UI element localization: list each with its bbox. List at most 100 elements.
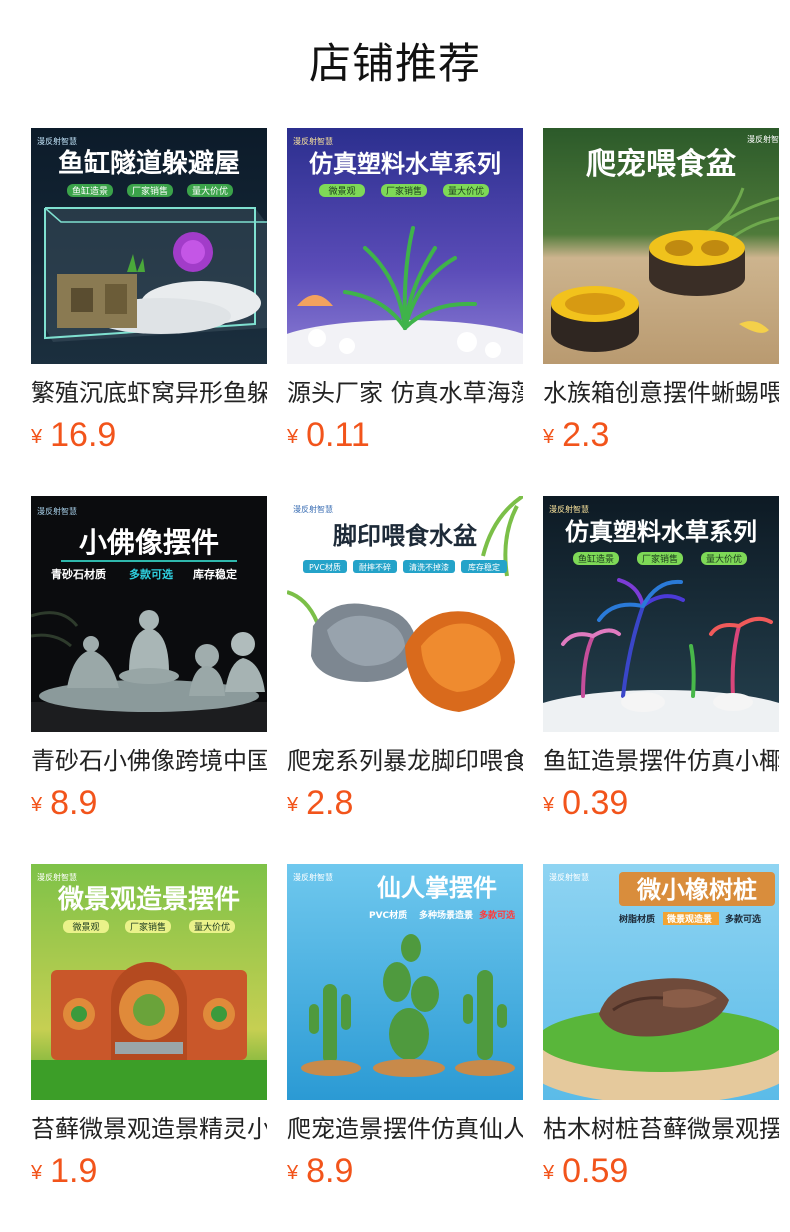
price-value: 2.8 (306, 784, 354, 822)
currency-symbol: ¥ (287, 426, 299, 448)
banner-text: 鱼缸隧道躲避屋 (58, 148, 240, 179)
product-card[interactable]: 漫反射智慧 仿真塑料水草系列 微景观 厂家销售 量大价优 源头厂家 仿真水草海藻… (287, 128, 523, 454)
tag-text: 量大价优 (194, 921, 230, 933)
tag-text: PVC材质 (309, 562, 341, 572)
banner-text: 仿真塑料水草系列 (565, 518, 757, 546)
tag-text: PVC材质 (369, 909, 407, 921)
tag-text: 量大价优 (192, 185, 228, 197)
brand-logo: 漫反射智慧 (293, 504, 333, 514)
tag-text: 库存稳定 (193, 567, 237, 581)
product-image[interactable]: 漫反射智慧 微景观造景摆件 微景观 厂家销售 量大价优 (31, 864, 267, 1100)
product-card[interactable]: 漫反射智慧 小佛像摆件 青砂石材质 多款可选 库存稳定 青砂石小佛像跨境中国风摆… (31, 496, 267, 822)
tag-text: 厂家销售 (386, 185, 422, 197)
brand-logo: 漫反射智慧 (37, 872, 77, 882)
product-card[interactable]: 漫反射智慧 仙人掌摆件 PVC材质 多种场景造景 多款可选 爬宠造景摆件仿真仙人… (287, 864, 523, 1190)
banner-text: 爬宠喂食盆 (586, 147, 737, 182)
tag-text: 鱼缸造景 (578, 553, 614, 565)
tag-text: 多款可选 (725, 913, 761, 925)
product-name[interactable]: 爬宠造景摆件仿真仙人掌 (287, 1112, 523, 1146)
price-value: 8.9 (50, 784, 98, 822)
product-price: ¥1.9 (31, 1152, 267, 1191)
price-value: 2.3 (562, 416, 610, 454)
tag-text: 微景观造景 (666, 913, 712, 925)
banner-text: 仿真塑料水草系列 (309, 150, 501, 178)
product-image[interactable]: 漫反射智慧 仿真塑料水草系列 鱼缸造景 厂家销售 量大价优 (543, 496, 779, 732)
tag-text: 多种场景造景 (419, 909, 473, 921)
product-price: ¥2.8 (287, 784, 523, 823)
product-price: ¥8.9 (287, 1152, 523, 1191)
brand-logo: 漫反射智慧 (549, 872, 589, 882)
currency-symbol: ¥ (543, 1162, 555, 1184)
product-card[interactable]: 漫反射智慧 爬宠喂食盆 水族箱创意摆件蜥蜴喂食盆 ¥2.3 (543, 128, 779, 454)
banner-text: 脚印喂食水盆 (333, 522, 478, 550)
product-card[interactable]: 漫反射智慧 仿真塑料水草系列 鱼缸造景 厂家销售 量大价优 鱼缸造景摆件仿真小椰… (543, 496, 779, 822)
tag-text: 厂家销售 (130, 921, 166, 933)
product-card[interactable]: 漫反射智慧 微景观造景摆件 微景观 厂家销售 量大价优 苔藓微景观造景精灵小屋 … (31, 864, 267, 1190)
product-price: ¥0.59 (543, 1152, 779, 1191)
tag-text: 微景观 (72, 921, 99, 933)
tag-text: 量大价优 (706, 553, 742, 565)
product-grid: 漫反射智慧 鱼缸隧道躲避屋 鱼缸造景 厂家销售 量大价优 繁殖沉底虾窝异形鱼躲避… (31, 128, 781, 1190)
price-value: 1.9 (50, 1152, 98, 1190)
price-value: 0.39 (562, 784, 629, 822)
page-title: 店铺推荐 (308, 39, 481, 88)
tag-text: 青砂石材质 (51, 567, 106, 581)
tag-text: 鱼缸造景 (72, 185, 108, 197)
product-name[interactable]: 枯木树桩苔藓微景观摆件 (543, 1112, 779, 1146)
tag-text: 微景观 (328, 185, 355, 197)
brand-logo: 漫反射智慧 (747, 134, 779, 144)
product-image[interactable]: 漫反射智慧 小佛像摆件 青砂石材质 多款可选 库存稳定 (31, 496, 267, 732)
price-value: 16.9 (50, 416, 117, 454)
product-name[interactable]: 源头厂家 仿真水草海藻套装 (287, 376, 523, 410)
product-price: ¥8.9 (31, 784, 267, 823)
brand-logo: 漫反射智慧 (549, 504, 589, 514)
tag-text: 库存稳定 (468, 562, 500, 572)
tag-text: 树脂材质 (619, 913, 655, 925)
product-image[interactable]: 漫反射智慧 爬宠喂食盆 (543, 128, 779, 364)
banner-text: 小佛像摆件 (79, 526, 219, 559)
product-price: ¥0.11 (287, 416, 523, 455)
price-value: 0.11 (306, 416, 370, 454)
product-name[interactable]: 繁殖沉底虾窝异形鱼躲避屋 (31, 376, 267, 410)
banner-text: 仙人掌摆件 (377, 874, 497, 902)
currency-symbol: ¥ (31, 794, 43, 816)
product-image[interactable]: 漫反射智慧 仿真塑料水草系列 微景观 厂家销售 量大价优 (287, 128, 523, 364)
tag-text: 多款可选 (479, 909, 515, 921)
currency-symbol: ¥ (543, 426, 555, 448)
currency-symbol: ¥ (31, 426, 43, 448)
product-image[interactable]: 漫反射智慧 鱼缸隧道躲避屋 鱼缸造景 厂家销售 量大价优 (31, 128, 267, 364)
tag-text: 耐摔不碎 (359, 562, 391, 572)
currency-symbol: ¥ (287, 794, 299, 816)
brand-logo: 漫反射智慧 (37, 136, 77, 146)
product-image[interactable]: 漫反射智慧 脚印喂食水盆 PVC材质 耐摔不碎 清洗不掉漆 库存稳定 (287, 496, 523, 732)
brand-logo: 漫反射智慧 (293, 872, 333, 882)
brand-logo: 漫反射智慧 (37, 506, 77, 516)
currency-symbol: ¥ (543, 794, 555, 816)
tag-text: 厂家销售 (642, 553, 678, 565)
product-name[interactable]: 水族箱创意摆件蜥蜴喂食盆 (543, 376, 779, 410)
product-name[interactable]: 爬宠系列暴龙脚印喂食水盆 (287, 744, 523, 778)
banner-text: 微小橡树桩 (636, 876, 757, 904)
price-value: 0.59 (562, 1152, 629, 1190)
shop-recommend-page: 店铺推荐 漫反射智慧 鱼缸隧道躲避屋 鱼缸造景 厂家销售 量大价优 繁殖沉底虾窝… (0, 0, 790, 1232)
tag-text: 多款可选 (129, 567, 173, 581)
product-image[interactable]: 漫反射智慧 微小橡树桩 树脂材质 微景观造景 多款可选 (543, 864, 779, 1100)
product-card[interactable]: 漫反射智慧 微小橡树桩 树脂材质 微景观造景 多款可选 枯木树桩苔藓微景观摆件 … (543, 864, 779, 1190)
product-name[interactable]: 鱼缸造景摆件仿真小椰子树 (543, 744, 779, 778)
product-name[interactable]: 苔藓微景观造景精灵小屋 (31, 1112, 267, 1146)
product-card[interactable]: 漫反射智慧 鱼缸隧道躲避屋 鱼缸造景 厂家销售 量大价优 繁殖沉底虾窝异形鱼躲避… (31, 128, 267, 454)
tag-text: 厂家销售 (132, 185, 168, 197)
price-value: 8.9 (306, 1152, 354, 1190)
tag-text: 量大价优 (448, 185, 484, 197)
banner-text: 微景观造景摆件 (57, 884, 240, 915)
product-price: ¥0.39 (543, 784, 779, 823)
currency-symbol: ¥ (287, 1162, 299, 1184)
currency-symbol: ¥ (31, 1162, 43, 1184)
product-price: ¥16.9 (31, 416, 267, 455)
brand-logo: 漫反射智慧 (293, 136, 333, 146)
product-card[interactable]: 漫反射智慧 脚印喂食水盆 PVC材质 耐摔不碎 清洗不掉漆 库存稳定 爬宠系列暴… (287, 496, 523, 822)
tag-text: 清洗不掉漆 (409, 562, 449, 572)
product-price: ¥2.3 (543, 416, 779, 455)
product-name[interactable]: 青砂石小佛像跨境中国风摆件 (31, 744, 267, 778)
product-image[interactable]: 漫反射智慧 仙人掌摆件 PVC材质 多种场景造景 多款可选 (287, 864, 523, 1100)
